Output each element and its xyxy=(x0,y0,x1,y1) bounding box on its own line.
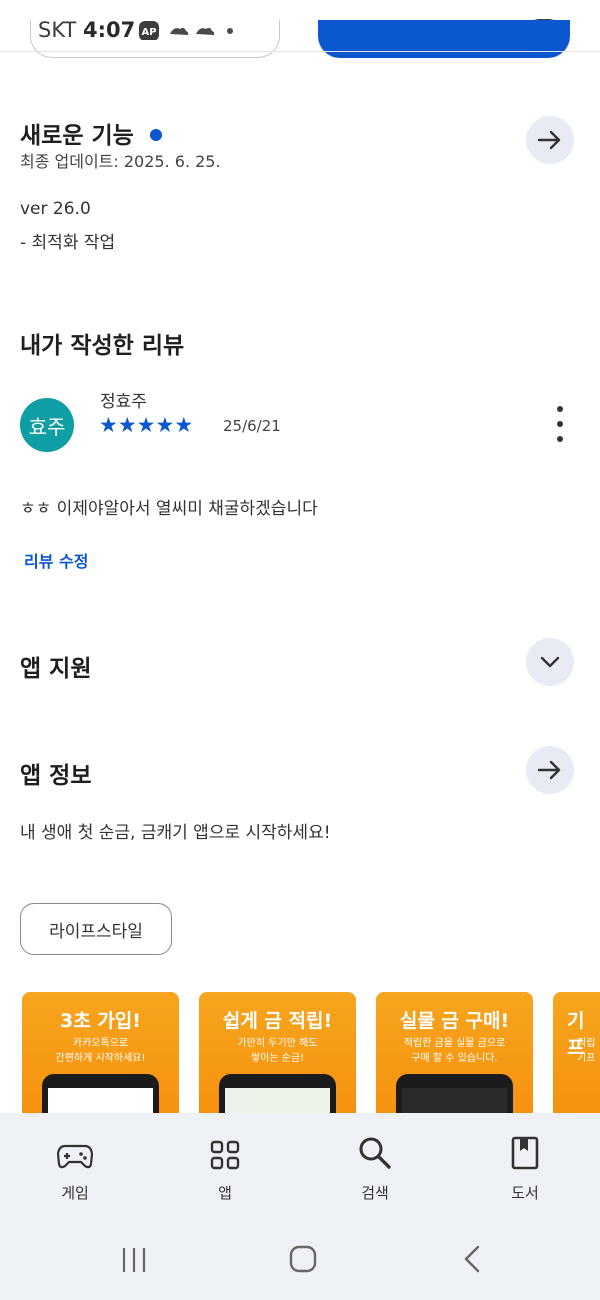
arrow-right-icon xyxy=(537,760,561,780)
whats-new-title-text: 새로운 기능 xyxy=(20,123,134,149)
header-divider xyxy=(0,51,600,52)
nav-item-games[interactable]: 게임 xyxy=(25,1130,125,1203)
primary-action-button[interactable] xyxy=(318,20,570,58)
back-icon[interactable] xyxy=(460,1244,484,1274)
recent-apps-icon[interactable] xyxy=(120,1246,150,1274)
screenshot-desc: 적립한 금을 실물 금으로 구매 할 수 있습니다. xyxy=(403,1038,506,1064)
new-dot-indicator xyxy=(149,129,162,141)
nav-item-apps[interactable]: 앱 xyxy=(175,1130,275,1203)
gamepad-icon xyxy=(57,1144,93,1169)
arrow-right-icon xyxy=(537,130,561,150)
last-updated-text: 최종 업데이트: 2025. 6. 25. xyxy=(20,152,221,171)
review-date: 25/6/21 xyxy=(223,417,281,435)
more-options-icon[interactable] xyxy=(546,406,574,442)
my-review-title: 내가 작성한 리뷰 xyxy=(20,333,185,359)
version-text: ver 26.0 xyxy=(20,199,91,219)
release-note-text: - 최적화 작업 xyxy=(20,233,116,253)
nav-item-books[interactable]: 도서 xyxy=(475,1130,575,1203)
star-icon: ★ xyxy=(136,413,156,437)
nav-item-search[interactable]: 검색 xyxy=(325,1130,425,1203)
whats-new-title: 새로운 기능 xyxy=(20,116,162,150)
screenshot-title: 3초 가입! xyxy=(60,1010,141,1032)
nav-label-books: 도서 xyxy=(511,1184,539,1202)
app-support-expand-button[interactable] xyxy=(526,638,574,686)
edit-review-link[interactable]: 리뷰 수정 xyxy=(24,548,88,572)
app-description: 내 생애 첫 순금, 금캐기 앱으로 시작하세요! xyxy=(20,823,331,843)
app-support-title: 앱 지원 xyxy=(20,656,92,682)
screenshot-card[interactable]: 실물 금 구매! 적립한 금을 실물 금으로 구매 할 수 있습니다. xyxy=(376,992,533,1132)
nav-label-games: 게임 xyxy=(61,1184,89,1202)
book-icon xyxy=(511,1136,539,1170)
nav-label-apps: 앱 xyxy=(218,1184,232,1202)
review-text: ㅎㅎ 이제야알아서 열씨미 채굴하겠습니다 xyxy=(20,499,318,519)
chevron-down-icon xyxy=(540,656,560,668)
star-icon: ★ xyxy=(155,413,175,437)
search-icon xyxy=(359,1137,391,1169)
star-rating: ★★★★★ xyxy=(99,413,193,437)
category-chip[interactable]: 라이프스타일 xyxy=(20,903,172,955)
nav-label-search: 검색 xyxy=(361,1184,389,1202)
screenshot-card[interactable]: 기프 적립 기프 xyxy=(553,992,600,1132)
review-author: 정효주 xyxy=(100,392,147,412)
screenshot-card[interactable]: 쉽게 금 적립! 가만히 두기만 해도 쌓이는 순금! xyxy=(199,992,356,1132)
star-icon: ★ xyxy=(99,413,118,437)
screenshot-desc: 가만히 두기만 해도 쌓이는 순금! xyxy=(237,1038,318,1064)
home-icon[interactable] xyxy=(288,1244,318,1274)
screenshot-card[interactable]: 3초 가입! 카카오톡으로 간편하게 시작하세요! xyxy=(22,992,179,1132)
star-icon: ★ xyxy=(174,413,194,437)
app-info-title: 앱 정보 xyxy=(20,763,92,789)
app-info-arrow-button[interactable] xyxy=(526,746,574,794)
screenshot-desc: 적립 기프 xyxy=(577,1038,596,1064)
star-icon: ★ xyxy=(117,413,137,437)
apps-grid-icon xyxy=(210,1140,240,1170)
screenshot-title: 쉽게 금 적립! xyxy=(222,1010,333,1032)
screenshot-title: 실물 금 구매! xyxy=(399,1010,510,1032)
whats-new-arrow-button[interactable] xyxy=(526,116,574,164)
screenshot-desc: 카카오톡으로 간편하게 시작하세요! xyxy=(55,1038,146,1064)
avatar: 효주 xyxy=(20,398,74,452)
secondary-action-button[interactable] xyxy=(30,20,280,58)
